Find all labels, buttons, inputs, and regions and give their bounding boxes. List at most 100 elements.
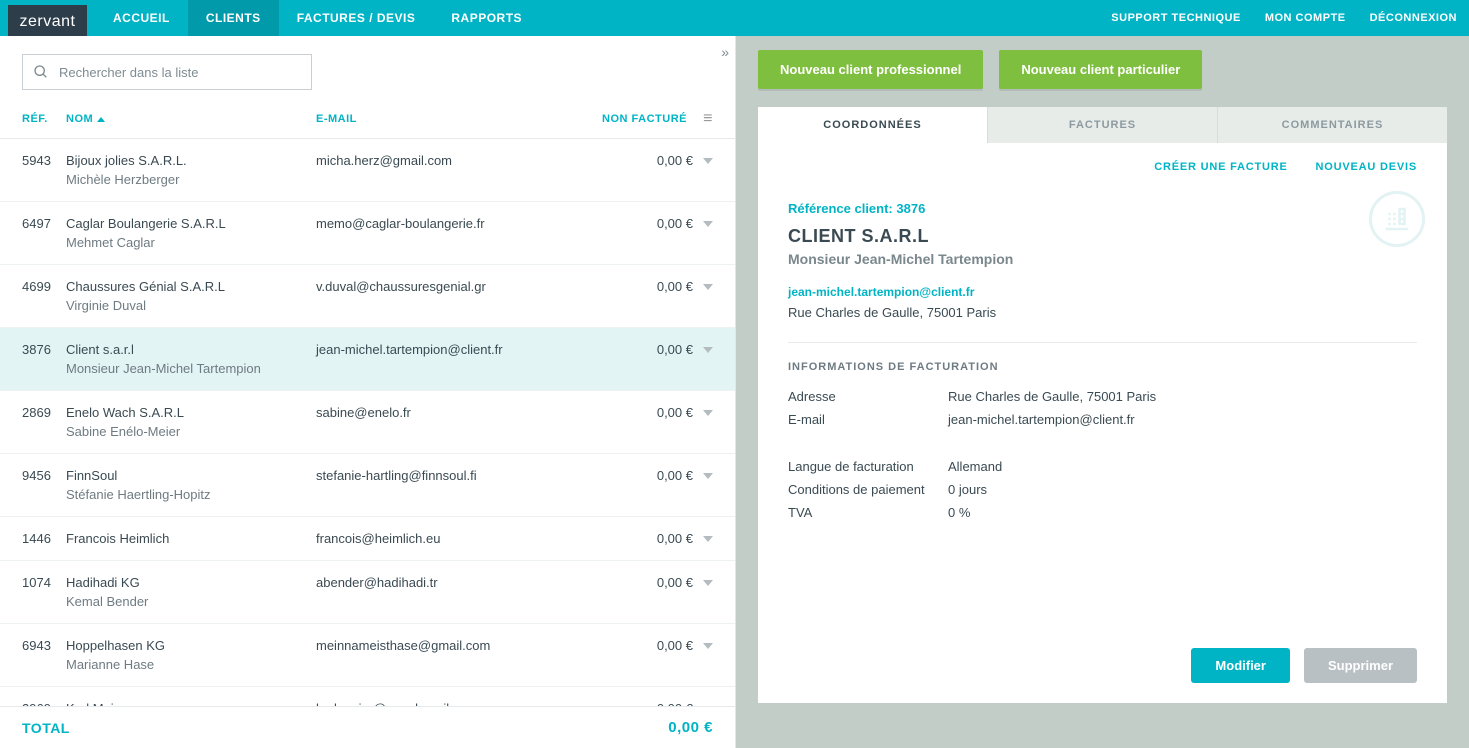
chevron-down-icon[interactable] [703, 221, 713, 227]
cell-ref: 1446 [22, 531, 66, 546]
client-email[interactable]: jean-michel.tartempion@client.fr [788, 285, 1417, 299]
tab-factures[interactable]: FACTURES [988, 107, 1218, 143]
table-row[interactable]: 4699Chaussures Génial S.A.R.LVirginie Du… [0, 265, 735, 328]
nav-factures-devis[interactable]: FACTURES / DEVIS [279, 0, 434, 36]
table-row[interactable]: 6497Caglar Boulangerie S.A.R.LMehmet Cag… [0, 202, 735, 265]
table-row[interactable]: 2969Karl Meierkarl.meier@googlemail.com0… [0, 687, 735, 706]
chevron-down-icon[interactable] [703, 536, 713, 542]
chevron-down-icon[interactable] [703, 473, 713, 479]
client-rows[interactable]: 5943Bijoux jolies S.A.R.L.Michèle Herzbe… [0, 139, 735, 706]
company-icon [1369, 191, 1425, 247]
info-address-label: Adresse [788, 389, 948, 404]
col-amount[interactable]: NON FACTURÉ [573, 113, 693, 125]
cell-email: meinnameisthase@gmail.com [316, 638, 593, 653]
cell-email: sabine@enelo.fr [316, 405, 593, 420]
info-lang-value: Allemand [948, 459, 1002, 474]
cell-name: Hadihadi KGKemal Bender [66, 575, 316, 609]
table-row[interactable]: 5943Bijoux jolies S.A.R.L.Michèle Herzbe… [0, 139, 735, 202]
client-address: Rue Charles de Gaulle, 75001 Paris [788, 305, 1417, 320]
client-list-panel: » RÉF. NOM E-MAIL NON FACTURÉ ≡ 5943Bijo… [0, 36, 736, 748]
cell-name: Client s.a.r.lMonsieur Jean-Michel Tarte… [66, 342, 316, 376]
cell-email: jean-michel.tartempion@client.fr [316, 342, 593, 357]
chevron-down-icon[interactable] [703, 643, 713, 649]
total-label: TOTAL [22, 720, 70, 736]
modify-button[interactable]: Modifier [1191, 648, 1290, 683]
new-quote-link[interactable]: NOUVEAU DEVIS [1316, 161, 1417, 173]
new-private-client-button[interactable]: Nouveau client particulier [999, 50, 1202, 89]
chevron-down-icon[interactable] [703, 284, 713, 290]
chevron-down-icon[interactable] [703, 410, 713, 416]
sort-asc-icon [97, 117, 105, 122]
cell-email: memo@caglar-boulangerie.fr [316, 216, 593, 231]
cell-amount: 0,00 € [593, 531, 713, 546]
info-email-value: jean-michel.tartempion@client.fr [948, 412, 1135, 427]
cell-email: abender@hadihadi.tr [316, 575, 593, 590]
cell-ref: 1074 [22, 575, 66, 590]
nav-links: ACCUEILCLIENTSFACTURES / DEVISRAPPORTS [95, 0, 540, 36]
cell-ref: 9456 [22, 468, 66, 483]
client-contact: Monsieur Jean-Michel Tartempion [788, 251, 1417, 267]
col-name[interactable]: NOM [66, 113, 316, 125]
columns-menu-icon[interactable]: ≡ [693, 110, 713, 128]
table-row[interactable]: 2869Enelo Wach S.A.R.LSabine Enélo-Meier… [0, 391, 735, 454]
search-input[interactable] [59, 65, 301, 80]
info-vat-value: 0 % [948, 505, 970, 520]
info-email-label: E-mail [788, 412, 948, 427]
chevron-down-icon[interactable] [703, 158, 713, 164]
cell-ref: 3876 [22, 342, 66, 357]
cell-ref: 6497 [22, 216, 66, 231]
table-row[interactable]: 6943Hoppelhasen KGMarianne Hasemeinnamei… [0, 624, 735, 687]
info-lang-label: Langue de facturation [788, 459, 948, 474]
nav-clients[interactable]: CLIENTS [188, 0, 279, 36]
cell-ref: 6943 [22, 638, 66, 653]
col-email[interactable]: E-MAIL [316, 113, 573, 125]
chevron-down-icon[interactable] [703, 580, 713, 586]
total-amount: 0,00 € [668, 719, 713, 736]
collapse-panel-icon[interactable]: » [721, 44, 729, 60]
client-name: CLIENT S.A.R.L [788, 226, 1417, 247]
cell-name: Enelo Wach S.A.R.LSabine Enélo-Meier [66, 405, 316, 439]
table-row[interactable]: 1074Hadihadi KGKemal Benderabender@hadih… [0, 561, 735, 624]
cell-ref: 2869 [22, 405, 66, 420]
cell-email: stefanie-hartling@finnsoul.fi [316, 468, 593, 483]
nav-accueil[interactable]: ACCUEIL [95, 0, 188, 36]
nav-mon-compte[interactable]: MON COMPTE [1253, 12, 1358, 24]
table-row[interactable]: 1446Francois Heimlichfrancois@heimlich.e… [0, 517, 735, 561]
total-bar: TOTAL 0,00 € [0, 706, 735, 748]
cell-amount: 0,00 € [593, 216, 713, 231]
chevron-down-icon[interactable] [703, 347, 713, 353]
cell-email: v.duval@chaussuresgenial.gr [316, 279, 593, 294]
nav-rapports[interactable]: RAPPORTS [433, 0, 540, 36]
search-icon [33, 64, 49, 80]
cell-amount: 0,00 € [593, 405, 713, 420]
billing-heading: INFORMATIONS DE FACTURATION [788, 361, 1417, 373]
client-ref: Référence client: 3876 [788, 201, 1417, 216]
search-box[interactable] [22, 54, 312, 90]
card-actions: CRÉER UNE FACTURE NOUVEAU DEVIS [788, 161, 1417, 173]
info-terms-value: 0 jours [948, 482, 987, 497]
cell-amount: 0,00 € [593, 468, 713, 483]
cell-email: francois@heimlich.eu [316, 531, 593, 546]
cell-amount: 0,00 € [593, 279, 713, 294]
info-terms-label: Conditions de paiement [788, 482, 948, 497]
nav-d-connexion[interactable]: DÉCONNEXION [1358, 12, 1469, 24]
cell-amount: 0,00 € [593, 575, 713, 590]
col-ref[interactable]: RÉF. [22, 113, 66, 125]
tab-coordonnées[interactable]: COORDONNÉES [758, 107, 988, 143]
table-row[interactable]: 9456FinnSoulStéfanie Haertling-Hopitzste… [0, 454, 735, 517]
cell-name: Chaussures Génial S.A.R.LVirginie Duval [66, 279, 316, 313]
logo[interactable]: zervant [0, 0, 95, 36]
info-vat-label: TVA [788, 505, 948, 520]
create-invoice-link[interactable]: CRÉER UNE FACTURE [1154, 161, 1287, 173]
cell-amount: 0,00 € [593, 638, 713, 653]
cell-name: FinnSoulStéfanie Haertling-Hopitz [66, 468, 316, 502]
tab-commentaires[interactable]: COMMENTAIRES [1218, 107, 1447, 143]
nav-support-technique[interactable]: SUPPORT TECHNIQUE [1099, 12, 1253, 24]
delete-button[interactable]: Supprimer [1304, 648, 1417, 683]
cell-name: Bijoux jolies S.A.R.L.Michèle Herzberger [66, 153, 316, 187]
cell-name: Francois Heimlich [66, 531, 316, 546]
table-row[interactable]: 3876Client s.a.r.lMonsieur Jean-Michel T… [0, 328, 735, 391]
cell-ref: 5943 [22, 153, 66, 168]
cell-ref: 4699 [22, 279, 66, 294]
new-pro-client-button[interactable]: Nouveau client professionnel [758, 50, 983, 89]
